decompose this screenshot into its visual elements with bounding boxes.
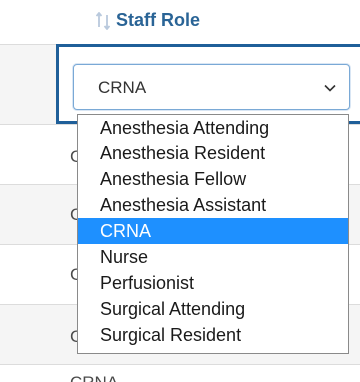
option-surgical-resident[interactable]: Surgical Resident [78,322,348,348]
column-header[interactable]: Staff Role [0,0,360,44]
option-perfusionist[interactable]: Perfusionist [78,270,348,296]
option-surgical-attending[interactable]: Surgical Attending [78,296,348,322]
option-anesthesia-assistant[interactable]: Anesthesia Assistant [78,192,348,218]
chevron-down-icon[interactable] [323,81,337,95]
option-anesthesia-fellow[interactable]: Anesthesia Fellow [78,166,348,192]
option-anesthesia-attending[interactable]: Anesthesia Attending [78,116,348,140]
option-crna[interactable]: CRNA [78,218,348,244]
staff-role-select[interactable]: CRNA [73,64,350,110]
sort-arrows-icon[interactable] [96,12,110,30]
option-nurse[interactable]: Nurse [78,244,348,270]
row-cell-text: CRNA [70,373,118,382]
option-anesthesia-resident[interactable]: Anesthesia Resident [78,140,348,166]
select-value: CRNA [98,78,147,97]
staff-role-column: Staff Role C C C C CRNA CRNA Anesthesia … [0,0,360,382]
column-title: Staff Role [116,10,201,30]
staff-role-options-list[interactable]: Anesthesia Attending Anesthesia Resident A… [77,114,349,354]
table-row[interactable]: CRNA [0,364,360,382]
